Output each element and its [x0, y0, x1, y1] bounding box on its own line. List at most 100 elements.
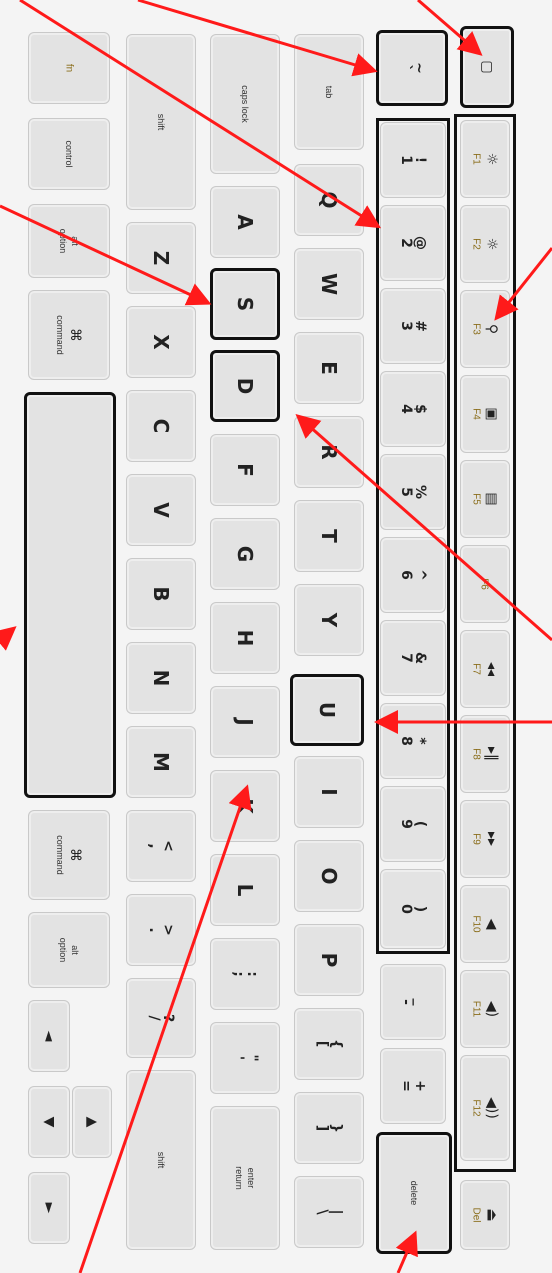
- key-7[interactable]: & 7: [380, 620, 446, 696]
- key-0-lower: 0: [398, 904, 414, 914]
- arrow-down-key[interactable]: ▼: [28, 1086, 70, 1158]
- escape-key[interactable]: ▢: [460, 26, 514, 108]
- shift-right-key[interactable]: shift: [126, 1070, 196, 1250]
- command-right-key[interactable]: ⌘ command: [28, 810, 110, 900]
- key-6-lower: 6: [398, 570, 414, 580]
- delete-key[interactable]: delete: [376, 1132, 452, 1254]
- i-label: I: [317, 788, 341, 796]
- key-6[interactable]: ^ 6: [380, 537, 446, 613]
- x-label: X: [149, 334, 173, 350]
- f6-key[interactable]: F6: [460, 545, 510, 623]
- tilde-key[interactable]: ~ `: [376, 30, 448, 106]
- l-label: L: [233, 883, 257, 897]
- p-key[interactable]: P: [294, 924, 364, 996]
- u-label: U: [315, 701, 339, 719]
- m-key[interactable]: M: [126, 726, 196, 798]
- b-key[interactable]: B: [126, 558, 196, 630]
- q-key[interactable]: Q: [294, 164, 364, 236]
- command-left-key[interactable]: ⌘ command: [28, 290, 110, 380]
- comma-key[interactable]: <,: [126, 810, 196, 882]
- z-key[interactable]: Z: [126, 222, 196, 294]
- f7-key[interactable]: ◂◂ F7: [460, 630, 510, 708]
- k-key[interactable]: K: [210, 770, 280, 842]
- fn-key[interactable]: fn: [28, 32, 110, 104]
- key-0-upper: ): [412, 905, 428, 913]
- key-4[interactable]: $4: [380, 371, 446, 447]
- option-right-key[interactable]: alt option: [28, 912, 110, 988]
- left-bracket-lower: [: [314, 1040, 330, 1048]
- w-key[interactable]: W: [294, 248, 364, 320]
- left-bracket-key[interactable]: {[: [294, 1008, 364, 1080]
- key-5[interactable]: % 5: [380, 454, 446, 530]
- f10-key[interactable]: ◀ F10: [460, 885, 510, 963]
- j-key[interactable]: J: [210, 686, 280, 758]
- arrow-left-key[interactable]: ◄: [28, 1000, 70, 1072]
- key-3-lower: 3: [398, 321, 414, 331]
- command-right-icon: ⌘: [67, 847, 83, 862]
- key-2[interactable]: @2: [380, 205, 446, 281]
- r-key[interactable]: R: [294, 416, 364, 488]
- h-key[interactable]: H: [210, 602, 280, 674]
- f9-key[interactable]: ▸▸ F9: [460, 800, 510, 878]
- d-key[interactable]: D: [210, 350, 280, 422]
- space-bar[interactable]: [24, 392, 116, 798]
- f5-key[interactable]: ▤ F5: [460, 460, 510, 538]
- option-left-key[interactable]: alt option: [28, 204, 110, 278]
- f11-label: F11: [470, 1000, 482, 1018]
- lock-icon: ⏏: [483, 1208, 500, 1222]
- caps-lock-key[interactable]: caps lock: [210, 34, 280, 174]
- tab-key[interactable]: tab: [294, 34, 364, 150]
- arrow-right-key[interactable]: ►: [28, 1172, 70, 1244]
- n-label: N: [149, 669, 173, 687]
- key-8[interactable]: * 8: [380, 703, 446, 779]
- n-key[interactable]: N: [126, 642, 196, 714]
- l-key[interactable]: L: [210, 854, 280, 926]
- f3-key[interactable]: ⚲ F3: [460, 290, 510, 368]
- backslash-lower: \: [314, 1209, 330, 1215]
- del-key[interactable]: ⏏ Del: [460, 1180, 510, 1250]
- f4-key[interactable]: ▣ F4: [460, 375, 510, 453]
- equals-lower: =: [398, 1080, 414, 1092]
- v-key[interactable]: V: [126, 474, 196, 546]
- key-0[interactable]: ) 0: [380, 869, 446, 949]
- arrow-up-key[interactable]: ▲: [72, 1086, 112, 1158]
- right-bracket-key[interactable]: }]: [294, 1092, 364, 1164]
- s-key[interactable]: S: [210, 268, 280, 340]
- return-key[interactable]: enter return: [210, 1106, 280, 1250]
- slash-key[interactable]: ? /: [126, 978, 196, 1058]
- t-key[interactable]: T: [294, 500, 364, 572]
- f-key[interactable]: F: [210, 434, 280, 506]
- f10-label: F10: [470, 915, 482, 933]
- o-key[interactable]: O: [294, 840, 364, 912]
- period-key[interactable]: >.: [126, 894, 196, 966]
- f12-key[interactable]: ◀)) F12: [460, 1055, 510, 1161]
- arrow-left-icon: ◄: [41, 1030, 57, 1042]
- backslash-key[interactable]: | \: [294, 1176, 364, 1248]
- k-label: K: [233, 798, 257, 814]
- f11-key[interactable]: ◀) F11: [460, 970, 510, 1048]
- quote-key[interactable]: " ': [210, 1022, 280, 1094]
- f1-key[interactable]: ☼ F1: [460, 120, 510, 198]
- y-key[interactable]: Y: [294, 584, 364, 656]
- m-label: M: [149, 752, 173, 772]
- v-label: V: [149, 502, 173, 518]
- e-key[interactable]: E: [294, 332, 364, 404]
- g-key[interactable]: G: [210, 518, 280, 590]
- f8-key[interactable]: ▸‖ F8: [460, 715, 510, 793]
- mute-icon: ◀: [483, 918, 500, 930]
- key-3[interactable]: #3: [380, 288, 446, 364]
- minus-key[interactable]: _ -: [380, 964, 446, 1040]
- i-key[interactable]: I: [294, 756, 364, 828]
- control-key[interactable]: control: [28, 118, 110, 190]
- shift-left-key[interactable]: shift: [126, 34, 196, 210]
- u-key[interactable]: U: [290, 674, 364, 746]
- x-key[interactable]: X: [126, 306, 196, 378]
- c-key[interactable]: C: [126, 390, 196, 462]
- key-1[interactable]: ! 1: [380, 122, 446, 198]
- semicolon-key[interactable]: :;: [210, 938, 280, 1010]
- left-bracket-upper: {: [328, 1039, 344, 1049]
- equals-key[interactable]: + =: [380, 1048, 446, 1124]
- f2-key[interactable]: ☼ F2: [460, 205, 510, 283]
- a-key[interactable]: A: [210, 186, 280, 258]
- key-9[interactable]: (9: [380, 786, 446, 862]
